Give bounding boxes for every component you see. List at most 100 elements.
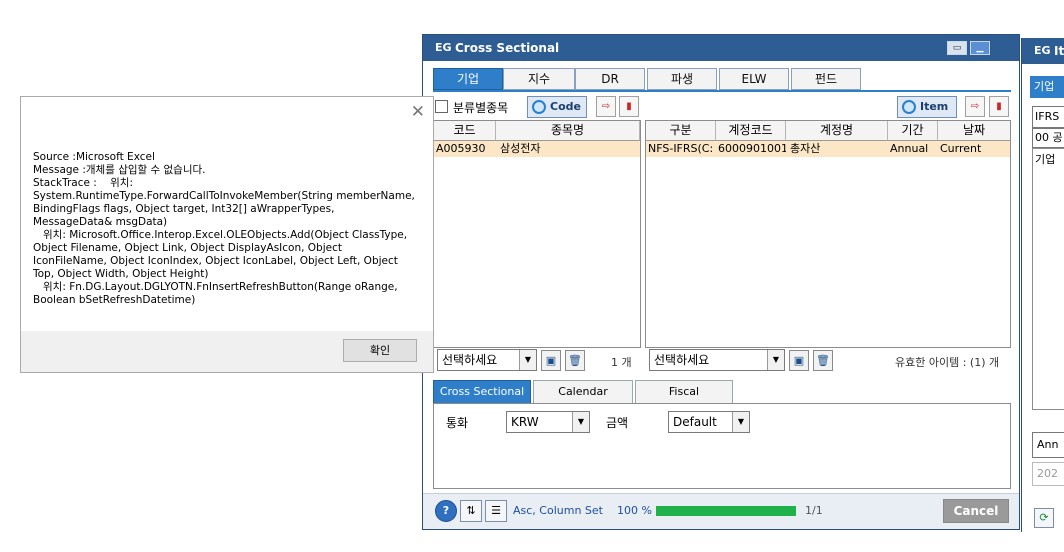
progress-bar: [656, 506, 796, 516]
chevron-down-icon: ▼: [732, 412, 749, 432]
amount-label: 금액: [606, 416, 629, 430]
restore-button[interactable]: ▭: [947, 41, 967, 55]
currency-value: KRW: [511, 415, 539, 429]
item-save-button[interactable]: ▣: [789, 350, 809, 371]
chevron-down-icon: ▼: [572, 412, 589, 432]
code-button[interactable]: Code: [527, 96, 587, 118]
right-filter-value: 선택하세요: [654, 353, 710, 367]
item-tree[interactable]: 기업: [1032, 148, 1064, 410]
item-window-title: It: [1054, 44, 1064, 58]
tab-cross-sectional[interactable]: Cross Sectional: [433, 380, 531, 404]
item-export-right-button[interactable]: ⇨: [965, 96, 985, 117]
item-period-select[interactable]: Ann: [1032, 432, 1064, 458]
excel-export-icon: ▮: [996, 101, 1002, 112]
restore-icon: ▭: [952, 43, 962, 53]
minimize-button[interactable]: ▁: [970, 41, 990, 55]
excel-export-icon: ▮: [626, 101, 632, 112]
item-button-label: Item: [920, 100, 949, 113]
column-header-code[interactable]: 코드: [434, 121, 496, 141]
delete-button[interactable]: 🗑: [565, 350, 585, 371]
chevron-down-icon: ▼: [519, 350, 536, 370]
chevron-down-icon: ▼: [767, 350, 784, 370]
save-icon: ▣: [545, 354, 557, 367]
error-message: Source :Microsoft Excel Message :개체를 삽입할…: [33, 151, 415, 306]
progress-percent: 100 %: [617, 504, 652, 517]
search-icon: [902, 100, 916, 114]
item-delete-button[interactable]: 🗑: [813, 350, 833, 371]
export-icon: ⇨: [601, 101, 611, 112]
column-set-button[interactable]: ☰: [485, 500, 507, 522]
sort-icon: ⇅: [466, 504, 476, 517]
table-row[interactable]: NFS-IFRS(C: 6000901001 총자산 Annual Curren…: [646, 141, 1010, 157]
tab-index[interactable]: 지수: [503, 68, 575, 90]
refresh-icon: ⟳: [1039, 511, 1049, 524]
item-grid[interactable]: 구분 계정코드 계정명 기간 날짜 NFS-IFRS(C: 6000901001…: [645, 120, 1011, 348]
right-filter-select[interactable]: 선택하세요 ▼: [649, 349, 785, 371]
cell-type: NFS-IFRS(C:: [648, 142, 714, 155]
tab-fiscal[interactable]: Fiscal: [635, 380, 733, 404]
column-set-icon: ☰: [491, 504, 501, 517]
cell-account-name: 총자산: [790, 142, 821, 155]
cell-code: A005930: [436, 142, 486, 155]
cancel-button[interactable]: Cancel: [943, 499, 1009, 523]
sort-button[interactable]: ⇅: [460, 500, 482, 522]
classify-checkbox[interactable]: [435, 100, 448, 113]
ok-button[interactable]: 확인: [343, 339, 417, 362]
tab-company[interactable]: 기업: [433, 68, 503, 90]
item-button[interactable]: Item: [897, 96, 957, 118]
trash-icon: 🗑: [816, 354, 830, 367]
item-tab-company[interactable]: 기업: [1030, 76, 1064, 98]
app-logo-icon: EG: [435, 41, 452, 54]
item-title-bar[interactable]: EG It: [1022, 38, 1064, 64]
tab-derivative[interactable]: 파생: [647, 68, 717, 90]
stock-grid[interactable]: 코드 종목명 A005930 삼성전자: [433, 120, 641, 348]
column-header-date[interactable]: 날짜: [938, 121, 1010, 141]
save-icon: ▣: [793, 354, 805, 367]
item-ifrs-select[interactable]: IFRS: [1032, 106, 1064, 128]
help-button[interactable]: ?: [435, 500, 457, 522]
item-category-select[interactable]: 00 공: [1032, 128, 1064, 148]
column-header-account-code[interactable]: 계정코드: [716, 121, 786, 141]
export-icon: ⇨: [970, 101, 980, 112]
error-dialog: ✕ Source :Microsoft Excel Message :개체를 삽…: [20, 96, 434, 373]
export-right-button[interactable]: ⇨: [596, 96, 616, 117]
trash-icon: 🗑: [568, 354, 582, 367]
tab-fund[interactable]: 펀드: [791, 68, 861, 90]
close-icon[interactable]: ✕: [411, 103, 425, 121]
app-logo-icon: EG: [1034, 44, 1051, 57]
item-window: EG It 기업 IFRS 00 공 기업 Ann 202 ⟳: [1021, 38, 1064, 532]
title-bar[interactable]: EG Cross Sectional ▭ ▁: [423, 35, 1019, 61]
tab-calendar[interactable]: Calendar: [533, 380, 633, 404]
minimize-icon: ▁: [976, 43, 984, 53]
classify-checkbox-label: 분류별종목: [453, 101, 509, 115]
currency-select[interactable]: KRW ▼: [506, 411, 590, 433]
left-filter-value: 선택하세요: [442, 353, 498, 367]
column-header-type[interactable]: 구분: [646, 121, 716, 141]
tab-elw[interactable]: ELW: [719, 68, 789, 90]
save-button[interactable]: ▣: [541, 350, 561, 371]
currency-label: 통화: [446, 416, 469, 430]
valid-item-count: 유효한 아이템 : (1) 개: [895, 356, 1000, 369]
item-export-excel-button[interactable]: ▮: [989, 96, 1009, 117]
amount-value: Default: [673, 415, 717, 429]
tab-underline: [433, 90, 1011, 92]
progress-fill: [656, 506, 796, 516]
column-header-account-name[interactable]: 계정명: [786, 121, 888, 141]
search-icon: [532, 100, 546, 114]
refresh-button[interactable]: ⟳: [1034, 508, 1054, 528]
cell-date: Current: [940, 142, 982, 155]
tab-dr[interactable]: DR: [575, 68, 645, 90]
code-button-label: Code: [550, 100, 581, 113]
table-row[interactable]: A005930 삼성전자: [434, 141, 640, 157]
dialog-footer: 확인: [21, 331, 433, 372]
export-excel-button[interactable]: ▮: [619, 96, 639, 117]
left-filter-select[interactable]: 선택하세요 ▼: [437, 349, 537, 371]
amount-select[interactable]: Default ▼: [668, 411, 750, 433]
item-date-field[interactable]: 202: [1032, 462, 1064, 486]
cell-period: Annual: [890, 142, 929, 155]
column-header-period[interactable]: 기간: [888, 121, 938, 141]
column-header-name[interactable]: 종목명: [496, 121, 640, 141]
window-title: Cross Sectional: [455, 41, 560, 55]
item-tree-node[interactable]: 기업: [1035, 151, 1055, 167]
cross-sectional-window: EG Cross Sectional ▭ ▁ 기업 지수 DR 파생 ELW 펀…: [422, 34, 1020, 530]
